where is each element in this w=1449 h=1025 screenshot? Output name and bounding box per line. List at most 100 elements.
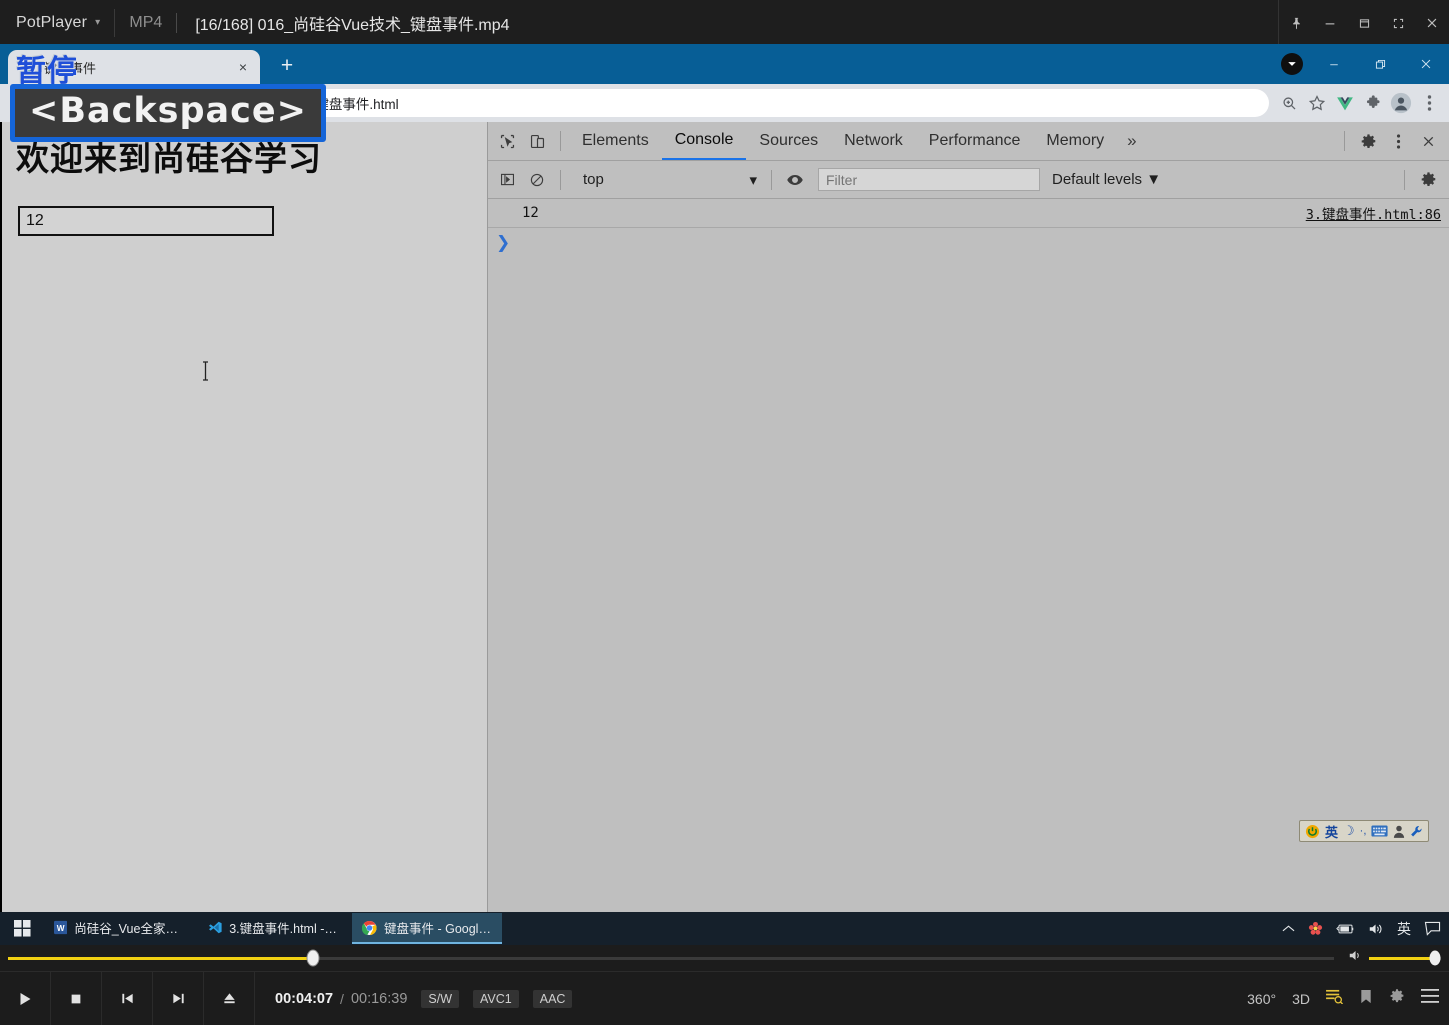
- playlist-icon[interactable]: [1326, 989, 1344, 1009]
- console-output[interactable]: 12 3.键盘事件.html:86 ❯: [488, 199, 1449, 912]
- osd-key-pressed: <Backspace>: [10, 84, 326, 142]
- ime-language-indicator[interactable]: 英: [1397, 919, 1411, 939]
- fullscreen-icon[interactable]: [1381, 0, 1415, 46]
- console-source-link[interactable]: 3.键盘事件.html:86: [1306, 203, 1441, 223]
- volume-icon[interactable]: [1348, 949, 1364, 967]
- sogou-logo-icon[interactable]: [1305, 822, 1320, 840]
- console-message-row[interactable]: 12 3.键盘事件.html:86: [488, 199, 1449, 228]
- console-toolbar-right: [1396, 165, 1449, 195]
- flower-icon[interactable]: [1308, 921, 1323, 936]
- more-tabs-icon[interactable]: »: [1117, 131, 1146, 151]
- battery-icon[interactable]: [1336, 923, 1355, 935]
- vue-devtools-icon[interactable]: [1331, 89, 1359, 117]
- console-toolbar-divider: [560, 169, 561, 190]
- soft-keyboard-icon[interactable]: [1371, 822, 1388, 840]
- show-hidden-icons-chevron[interactable]: [1282, 924, 1295, 933]
- hamburger-icon[interactable]: [1421, 989, 1439, 1008]
- badge-video-codec: AVC1: [473, 989, 519, 1008]
- keyboard-event-input[interactable]: [18, 206, 274, 236]
- console-context-select[interactable]: top ▾: [573, 168, 763, 192]
- console-context-value: top: [583, 171, 604, 188]
- tab-performance[interactable]: Performance: [916, 122, 1034, 160]
- word-icon: W: [54, 920, 68, 935]
- seekbar-row: [0, 945, 1449, 971]
- play-button[interactable]: [0, 971, 51, 1025]
- playback-controls: 00:04:07 / 00:16:39 S/W AVC1 AAC 360° 3D: [0, 971, 1449, 1025]
- 3d-button[interactable]: 3D: [1292, 991, 1310, 1007]
- tab-console[interactable]: Console: [661, 122, 747, 160]
- chevron-down-icon[interactable]: ▼: [1146, 171, 1161, 188]
- notifications-icon[interactable]: [1424, 921, 1441, 936]
- console-filter-input[interactable]: [818, 168, 1040, 191]
- seek-handle[interactable]: [306, 949, 320, 967]
- potplayer-window-controls: [1278, 0, 1449, 46]
- close-icon[interactable]: [1415, 0, 1449, 46]
- gear-icon[interactable]: [1413, 165, 1443, 195]
- taskbar-item-chrome[interactable]: 键盘事件 - Google ...: [352, 913, 502, 944]
- chrome-menu-icon[interactable]: [1415, 89, 1443, 117]
- maximize-icon[interactable]: [1347, 0, 1381, 46]
- potplayer-app-menu[interactable]: PotPlayer ▾: [0, 0, 114, 46]
- vr360-button[interactable]: 360°: [1247, 991, 1276, 1007]
- system-tray: 英: [1282, 919, 1449, 939]
- console-toolbar-divider-2: [771, 169, 772, 190]
- minimize-icon[interactable]: [1313, 0, 1347, 46]
- profile-badge-icon[interactable]: [1281, 53, 1303, 75]
- minimize-icon[interactable]: [1311, 44, 1357, 84]
- eject-button[interactable]: [204, 971, 255, 1025]
- bookmark-star-icon[interactable]: [1303, 89, 1331, 117]
- seek-slider[interactable]: [8, 949, 1334, 967]
- console-sidebar-icon[interactable]: [492, 165, 522, 195]
- volume-control[interactable]: [1348, 949, 1441, 967]
- user-icon[interactable]: [1393, 822, 1405, 840]
- new-tab-button[interactable]: +: [272, 51, 302, 81]
- volume-icon[interactable]: [1368, 922, 1384, 936]
- devtools-tabbar: Elements Console Sources Network Perform…: [488, 122, 1449, 161]
- seek-progress-fill: [8, 956, 313, 960]
- toolbar-divider-2: [1344, 131, 1345, 151]
- ime-floating-toolbar[interactable]: 英 ☽ ·,: [1299, 820, 1430, 842]
- gear-icon[interactable]: [1353, 126, 1383, 156]
- volume-slider[interactable]: [1369, 950, 1441, 966]
- console-prompt[interactable]: ❯: [488, 228, 1449, 258]
- tab-sources[interactable]: Sources: [746, 122, 831, 160]
- inspect-element-icon[interactable]: [492, 126, 522, 156]
- previous-button[interactable]: [102, 971, 153, 1025]
- chevron-down-icon[interactable]: ▾: [95, 17, 100, 28]
- console-levels-select[interactable]: Default levels ▼: [1040, 171, 1161, 188]
- chevron-down-icon[interactable]: ▾: [749, 171, 757, 189]
- gear-icon[interactable]: [1389, 988, 1405, 1009]
- taskbar-item-word[interactable]: W 尚硅谷_Vue全家桶.d...: [44, 913, 194, 944]
- toolbox-icon[interactable]: [1410, 822, 1423, 840]
- extensions-puzzle-icon[interactable]: [1359, 89, 1387, 117]
- tab-elements[interactable]: Elements: [569, 122, 662, 160]
- badge-audio-codec: AAC: [532, 989, 573, 1008]
- clear-console-icon[interactable]: [522, 165, 552, 195]
- pin-icon[interactable]: [1279, 0, 1313, 46]
- restore-icon[interactable]: [1357, 44, 1403, 84]
- close-icon[interactable]: [1403, 44, 1449, 84]
- windows-start-icon[interactable]: [0, 912, 44, 945]
- zoom-in-icon[interactable]: [1275, 89, 1303, 117]
- profile-avatar-icon[interactable]: [1387, 89, 1415, 117]
- close-icon[interactable]: ×: [234, 58, 252, 76]
- device-toolbar-icon[interactable]: [522, 126, 552, 156]
- live-expression-icon[interactable]: [780, 165, 810, 195]
- taskbar-item-vscode[interactable]: 3.键盘事件.html - vu...: [198, 913, 348, 944]
- punctuation-icon[interactable]: ·,: [1360, 822, 1367, 840]
- kebab-menu-icon[interactable]: [1383, 126, 1413, 156]
- stop-button[interactable]: [51, 971, 102, 1025]
- language-mode-label[interactable]: 英: [1325, 822, 1338, 840]
- bookmark-icon[interactable]: [1359, 989, 1373, 1009]
- tab-network[interactable]: Network: [831, 122, 916, 160]
- potplayer-app-name: PotPlayer: [16, 13, 88, 31]
- badge-renderer: S/W: [421, 989, 459, 1008]
- volume-handle[interactable]: [1429, 950, 1441, 966]
- tab-memory[interactable]: Memory: [1033, 122, 1117, 160]
- night-mode-icon[interactable]: ☽: [1343, 822, 1355, 840]
- next-button[interactable]: [153, 971, 204, 1025]
- volume-fill: [1369, 956, 1436, 960]
- close-icon[interactable]: [1413, 126, 1443, 156]
- devtools-panel: Elements Console Sources Network Perform…: [488, 122, 1449, 912]
- potplayer-bottom-bar: 00:04:07 / 00:16:39 S/W AVC1 AAC 360° 3D: [0, 945, 1449, 1025]
